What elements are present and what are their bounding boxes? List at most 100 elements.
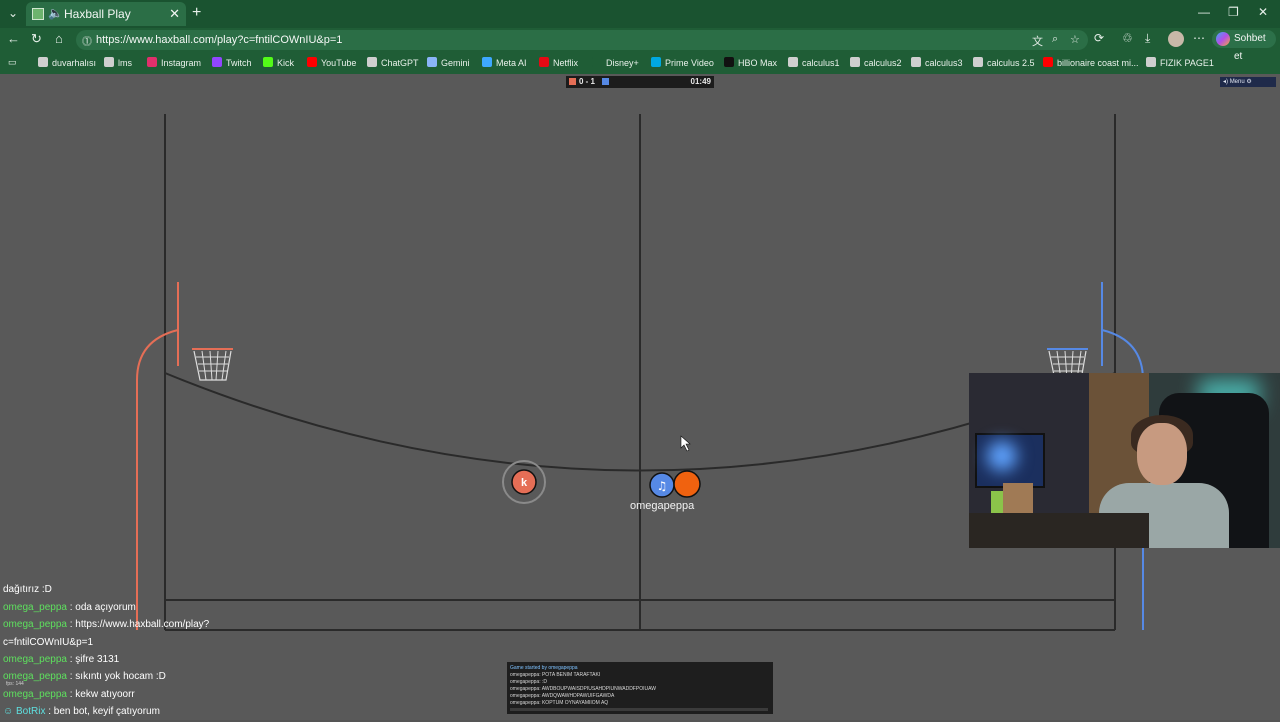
address-bar[interactable]: ⓵ https://www.haxball.com/play?c=fntilCO…	[76, 30, 1088, 50]
bookmark-icon	[104, 57, 114, 67]
game-chat-input[interactable]	[510, 708, 768, 711]
minimize-icon[interactable]: —	[1198, 5, 1210, 19]
game-log-line: omegapeppa: :D	[510, 679, 547, 685]
haxball-favicon-icon	[32, 8, 44, 20]
bookmark-item[interactable]: calculus2	[850, 57, 902, 68]
restore-icon[interactable]: ❐	[1228, 5, 1239, 19]
bot-icon: ☺	[3, 706, 14, 717]
home-icon[interactable]: ⌂	[55, 31, 63, 46]
bookmark-item[interactable]: duvarhalısı	[38, 57, 96, 68]
blue-team-icon	[602, 78, 609, 85]
webcam-box	[1003, 483, 1033, 513]
tab-title: Haxball Play	[64, 7, 131, 21]
bookmark-icon	[38, 57, 48, 67]
bookmark-item[interactable]: HBO Max	[724, 57, 777, 68]
bookmark-icon	[973, 57, 983, 67]
bookmark-icon	[147, 57, 157, 67]
chat-message: omega_peppa : oda açıyorum	[3, 601, 136, 613]
bookmark-icon	[788, 57, 798, 67]
game-log-line: omegapeppa: AWDQWAWHDPAWUIFGAWDA	[510, 693, 615, 699]
bookmark-item[interactable]: Twitch	[212, 57, 252, 68]
red-player-avatar: k	[521, 477, 528, 489]
bookmarks-menu-icon[interactable]: ▭	[8, 57, 17, 68]
back-icon[interactable]: ←	[7, 31, 20, 46]
bookmark-icon	[1146, 57, 1156, 67]
tab-list-icon[interactable]: ⌄	[4, 4, 22, 22]
bookmarks-bar: ▭ duvarhalısı lms Instagram Twitch Kick …	[0, 54, 1280, 74]
bookmark-item[interactable]: Prime Video	[651, 57, 714, 68]
bookmark-icon	[263, 57, 273, 67]
chat-message: omega_peppa : sıkıntı yok hocam :D	[3, 671, 166, 682]
webcam-light	[987, 441, 1017, 471]
bookmark-icon	[307, 57, 317, 67]
bookmark-item[interactable]: calculus 2.5	[973, 57, 1035, 68]
bookmark-item[interactable]: Meta AI	[482, 57, 527, 68]
game-log-line: Game started by omegapeppa	[510, 665, 578, 671]
downloads-icon[interactable]: ⤓	[1145, 31, 1150, 46]
bookmark-item[interactable]: Netflix	[539, 57, 578, 68]
favorite-star-icon[interactable]: ☆	[1070, 33, 1080, 46]
bookmark-item[interactable]: Disney+	[592, 57, 639, 68]
reload-icon[interactable]: ↻	[31, 31, 42, 47]
game-menu-button[interactable]: ◂) Menu ⚙	[1220, 77, 1276, 87]
webcam-streamer-face	[1137, 423, 1187, 485]
window-close-icon[interactable]: ✕	[1258, 5, 1268, 19]
bookmark-item[interactable]: Gemini	[427, 57, 470, 68]
bookmark-icon	[724, 57, 734, 67]
stream-chat: dağıtırız :D omega_peppa : oda açıyorum …	[3, 582, 263, 722]
speaker-icon[interactable]: 🔈	[48, 6, 63, 20]
url-text[interactable]: https://www.haxball.com/play?c=fntilCOWn…	[96, 34, 342, 46]
extensions-icon[interactable]: ⟳	[1094, 31, 1104, 45]
game-log-line: omegapeppa: AWDBOUPWAISDPIUSAHDPIUNWADDF…	[510, 686, 656, 692]
more-menu-icon[interactable]: ⋯	[1193, 31, 1205, 45]
game-log-line: omegapeppa: KOPTUM OYNAYAMIIOM AQ	[510, 700, 609, 706]
tab-haxball[interactable]: 🔈 Haxball Play ✕	[26, 2, 186, 26]
chat-message: omega_peppa : https://www.haxball.com/pl…	[3, 619, 210, 630]
bookmark-icon	[651, 57, 661, 67]
bookmark-icon	[539, 57, 549, 67]
player-name-label: omegapeppa	[630, 500, 695, 512]
bookmark-icon	[1043, 57, 1053, 67]
webcam-overlay	[969, 373, 1280, 548]
bookmark-icon	[367, 57, 377, 67]
bookmark-item[interactable]: YouTube	[307, 57, 356, 68]
tab-bar: ⌄ 🔈 Haxball Play ✕ + — ❐ ✕	[0, 0, 1280, 28]
bookmark-item[interactable]: ChatGPT	[367, 57, 419, 68]
bookmark-icon	[850, 57, 860, 67]
translate-icon[interactable]: 文	[1032, 33, 1043, 49]
bookmark-icon	[427, 57, 437, 67]
game-log-line: omegapeppa: POTA BENIM TARAFTAKI	[510, 672, 601, 678]
copilot-chat-button[interactable]: Sohbet et	[1212, 30, 1276, 62]
site-info-icon[interactable]: ⓵	[82, 33, 92, 48]
webcam-desk	[969, 513, 1149, 548]
fps-counter: fps: 144	[6, 681, 24, 687]
copilot-icon	[1216, 32, 1230, 46]
sound-icon[interactable]: ◂)	[1223, 79, 1228, 85]
chat-message: omega_peppa : şifre 3131	[3, 653, 120, 665]
bookmark-item[interactable]: lms	[104, 57, 132, 68]
bookmark-item[interactable]: FIZIK PAGE1	[1146, 57, 1214, 68]
bookmark-item[interactable]: billionaire coast mi...	[1043, 57, 1139, 68]
collections-icon[interactable]: ♲	[1122, 31, 1133, 45]
bookmark-icon	[482, 57, 492, 67]
score-text: 0 - 1	[579, 77, 596, 86]
zoom-icon[interactable]: ⌕	[1052, 33, 1058, 46]
bookmark-item[interactable]: Kick	[263, 57, 294, 68]
scoreboard: 0 - 1 01:49	[566, 76, 714, 88]
bookmark-item[interactable]: calculus1	[788, 57, 840, 68]
bookmark-item[interactable]: Instagram	[147, 57, 201, 68]
chat-message: dağıtırız :D	[3, 584, 52, 595]
game-chat-log: Game started by omegapeppa omegapeppa: P…	[507, 662, 773, 714]
settings-icon[interactable]: ⚙	[1246, 79, 1251, 85]
mouse-cursor-icon	[680, 435, 691, 452]
close-tab-icon[interactable]: ✕	[169, 6, 180, 22]
left-basket-net-icon	[192, 348, 233, 381]
red-player: k	[502, 460, 546, 504]
menu-label[interactable]: Menu	[1230, 79, 1245, 85]
new-tab-icon[interactable]: +	[192, 4, 201, 22]
ball	[673, 470, 701, 498]
blue-player: ♫	[649, 472, 675, 498]
bookmark-item[interactable]: calculus3	[911, 57, 963, 68]
profile-avatar[interactable]	[1168, 31, 1184, 47]
chat-message: ☺ BotRix : ben bot, keyif çatıyorum	[3, 706, 160, 717]
